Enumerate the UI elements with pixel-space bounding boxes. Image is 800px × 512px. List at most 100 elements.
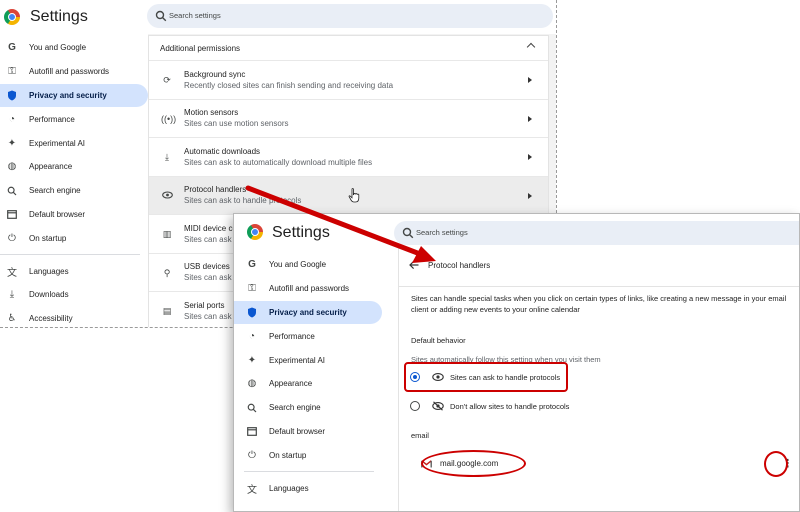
download-icon: ⤓ xyxy=(165,152,169,162)
default-behavior-subtitle: Sites automatically follow this setting … xyxy=(411,355,601,364)
default-behavior-label: Default behavior xyxy=(411,336,466,345)
shield-icon xyxy=(6,89,18,101)
search-placeholder: Search settings xyxy=(416,228,468,237)
search-input[interactable]: Search settings xyxy=(394,221,799,245)
power-icon: ⏻ xyxy=(248,449,256,461)
sidebar-item-privacy[interactable]: Privacy and security xyxy=(0,83,148,108)
permission-subtitle: Sites can ask to xyxy=(184,273,241,283)
permission-subtitle: Sites can ask to handle protocols xyxy=(184,196,302,206)
sidebar-item-performance[interactable]: ◔ Performance xyxy=(234,324,382,348)
sidebar: G You and Google ⚿ Autofill and passwords … xyxy=(234,253,382,511)
radio-option-label: Don't allow sites to handle protocols xyxy=(450,401,570,411)
protocol-icon xyxy=(161,190,173,202)
accessibility-icon: ♿ xyxy=(7,313,17,325)
sidebar-item-autofill[interactable]: ⚿ Autofill and passwords xyxy=(0,60,148,84)
sidebar-item-label: Search engine xyxy=(269,403,321,413)
search-placeholder: Search settings xyxy=(169,11,221,20)
hand-cursor-icon xyxy=(348,188,360,203)
search-icon xyxy=(246,402,258,414)
page-header: Protocol handlers xyxy=(409,260,490,270)
page-title: Protocol handlers xyxy=(428,260,491,270)
sidebar-item-on-startup[interactable]: ⏻ On startup xyxy=(234,443,382,467)
sidebar-item-label: Autofill and passwords xyxy=(29,67,110,77)
chrome-logo-icon xyxy=(247,224,263,240)
power-icon: ⏻ xyxy=(8,232,16,244)
back-arrow-icon[interactable] xyxy=(409,260,419,270)
sync-icon: ⟳ xyxy=(163,75,171,85)
sidebar-item-you-and-google[interactable]: G You and Google xyxy=(234,253,382,277)
serial-icon: ▤ xyxy=(162,306,172,316)
sidebar-item-autofill[interactable]: ⚿ Autofill and passwords xyxy=(234,277,382,301)
sidebar-item-you-and-google[interactable]: G You and Google xyxy=(0,36,148,60)
sidebar-item-privacy[interactable]: Privacy and security xyxy=(234,300,382,325)
radio-button-selected[interactable] xyxy=(410,372,420,382)
radio-button-unselected[interactable] xyxy=(410,401,420,411)
sidebar-item-downloads[interactable]: ⤓ Downloads xyxy=(0,283,148,307)
sidebar-item-label: Default browser xyxy=(29,209,86,219)
sidebar-item-label: Autofill and passwords xyxy=(269,284,350,294)
sidebar-item-experimental-ai[interactable]: ✦ Experimental AI xyxy=(234,348,382,372)
sidebar-item-default-browser[interactable]: Default browser xyxy=(234,420,382,444)
google-g-icon: G xyxy=(248,259,256,271)
sidebar-item-languages[interactable]: 文 Languages xyxy=(0,259,148,283)
sidebar-item-label: Default browser xyxy=(269,426,326,436)
sidebar-item-on-startup[interactable]: ⏻ On startup xyxy=(0,226,148,250)
translate-icon: 文 xyxy=(247,484,257,496)
sparkle-icon: ✦ xyxy=(247,354,257,366)
search-icon xyxy=(402,227,414,239)
permission-subtitle: Recently closed sites can finish sending… xyxy=(184,80,394,90)
download-icon: ⤓ xyxy=(9,289,15,301)
caret-right-icon xyxy=(528,77,532,83)
sidebar-item-experimental-ai[interactable]: ✦ Experimental AI xyxy=(0,131,148,155)
sidebar-item-accessibility[interactable]: ♿ Accessibility xyxy=(0,307,148,327)
permission-row-motion-sensors[interactable]: ((•)) Motion sensors Sites can use motion… xyxy=(149,98,548,138)
sidebar-item-label: Languages xyxy=(269,483,309,493)
permission-row-automatic-downloads[interactable]: ⤓ Automatic downloads Sites can ask to au… xyxy=(149,137,548,176)
protocol-handlers-panel: Protocol handlers Sites can handle speci… xyxy=(398,248,799,511)
permission-title: Motion sensors xyxy=(184,108,239,118)
browser-icon xyxy=(246,425,258,437)
key-icon: ⚿ xyxy=(248,283,256,295)
settings-window-front: Settings Search settings G You and Google… xyxy=(233,213,800,512)
sidebar-item-appearance[interactable]: ◍ Appearance xyxy=(234,372,382,396)
header: Settings Search settings xyxy=(234,214,799,248)
permission-title: Protocol handlers xyxy=(184,185,247,195)
key-icon: ⚿ xyxy=(8,66,16,78)
sidebar-item-performance[interactable]: ◔ Performance xyxy=(0,107,148,131)
sidebar-item-search-engine[interactable]: Search engine xyxy=(0,179,148,203)
motion-sensor-icon: ((•)) xyxy=(161,113,177,124)
sidebar-item-label: Downloads xyxy=(29,290,69,300)
permission-row-background-sync[interactable]: ⟳ Background sync Recently closed sites c… xyxy=(149,60,548,99)
radio-option-allow[interactable]: Sites can ask to handle protocols xyxy=(410,372,560,382)
additional-permissions-header[interactable]: Additional permissions xyxy=(149,36,548,60)
permission-subtitle: Sites can use motion sensors xyxy=(184,119,289,129)
caret-right-icon xyxy=(528,154,532,160)
eye-off-icon xyxy=(432,401,444,411)
sidebar-item-search-engine[interactable]: Search engine xyxy=(234,396,382,420)
permission-title: Automatic downloads xyxy=(184,146,261,156)
caret-right-icon xyxy=(528,192,532,199)
sidebar-item-label: Performance xyxy=(269,331,315,341)
sidebar-item-languages[interactable]: 文 Languages xyxy=(234,476,382,500)
usb-icon: ⚲ xyxy=(163,267,171,278)
permission-title: Serial ports xyxy=(184,300,225,310)
sidebar-divider xyxy=(244,471,374,473)
chevron-up-icon xyxy=(526,42,536,52)
palette-icon: ◍ xyxy=(7,161,17,173)
sidebar-item-label: Appearance xyxy=(269,379,313,389)
sidebar-item-label: On startup xyxy=(29,233,67,243)
sidebar-item-appearance[interactable]: ◍ Appearance xyxy=(0,155,148,179)
permission-title: Background sync xyxy=(184,69,246,79)
sidebar-item-label: Appearance xyxy=(29,162,73,172)
header: Settings Search settings xyxy=(0,0,556,34)
gmail-icon xyxy=(421,459,432,467)
browser-icon xyxy=(6,208,18,220)
search-input[interactable]: Search settings xyxy=(147,4,553,28)
chrome-logo-icon xyxy=(4,9,20,25)
sidebar-item-default-browser[interactable]: Default browser xyxy=(0,203,148,227)
radio-option-block[interactable]: Don't allow sites to handle protocols xyxy=(410,401,569,411)
midi-icon: ▥ xyxy=(162,229,172,239)
caret-right-icon xyxy=(528,115,532,122)
sidebar-item-label: You and Google xyxy=(269,260,327,270)
more-actions-icon[interactable]: ⋮ xyxy=(782,459,793,470)
